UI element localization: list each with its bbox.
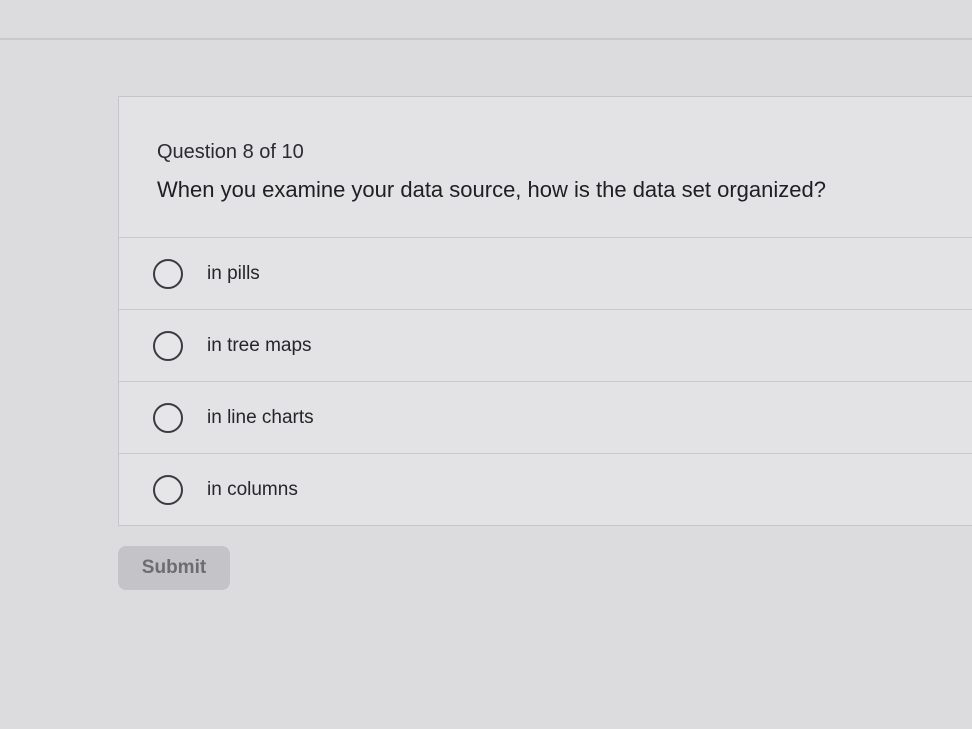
submit-button[interactable]: Submit — [118, 546, 230, 590]
top-divider — [0, 38, 972, 40]
answer-option-label: in columns — [207, 479, 298, 500]
answer-option-label: in line charts — [207, 407, 314, 428]
answer-option-label: in tree maps — [207, 335, 312, 356]
radio-unchecked-icon[interactable] — [153, 259, 183, 289]
question-text: When you examine your data source, how i… — [157, 177, 826, 202]
answer-option-in-line-charts[interactable]: in line charts — [119, 381, 972, 453]
radio-unchecked-icon[interactable] — [153, 403, 183, 433]
question-card: Question 8 of 10 When you examine your d… — [118, 96, 972, 526]
answer-options: in pills in tree maps in line charts in … — [119, 237, 972, 525]
radio-unchecked-icon[interactable] — [153, 475, 183, 505]
answer-option-in-columns[interactable]: in columns — [119, 453, 972, 525]
answer-option-in-tree-maps[interactable]: in tree maps — [119, 309, 972, 381]
answer-option-label: in pills — [207, 263, 260, 284]
answer-option-in-pills[interactable]: in pills — [119, 237, 972, 309]
question-counter: Question 8 of 10 — [157, 141, 304, 163]
radio-unchecked-icon[interactable] — [153, 331, 183, 361]
